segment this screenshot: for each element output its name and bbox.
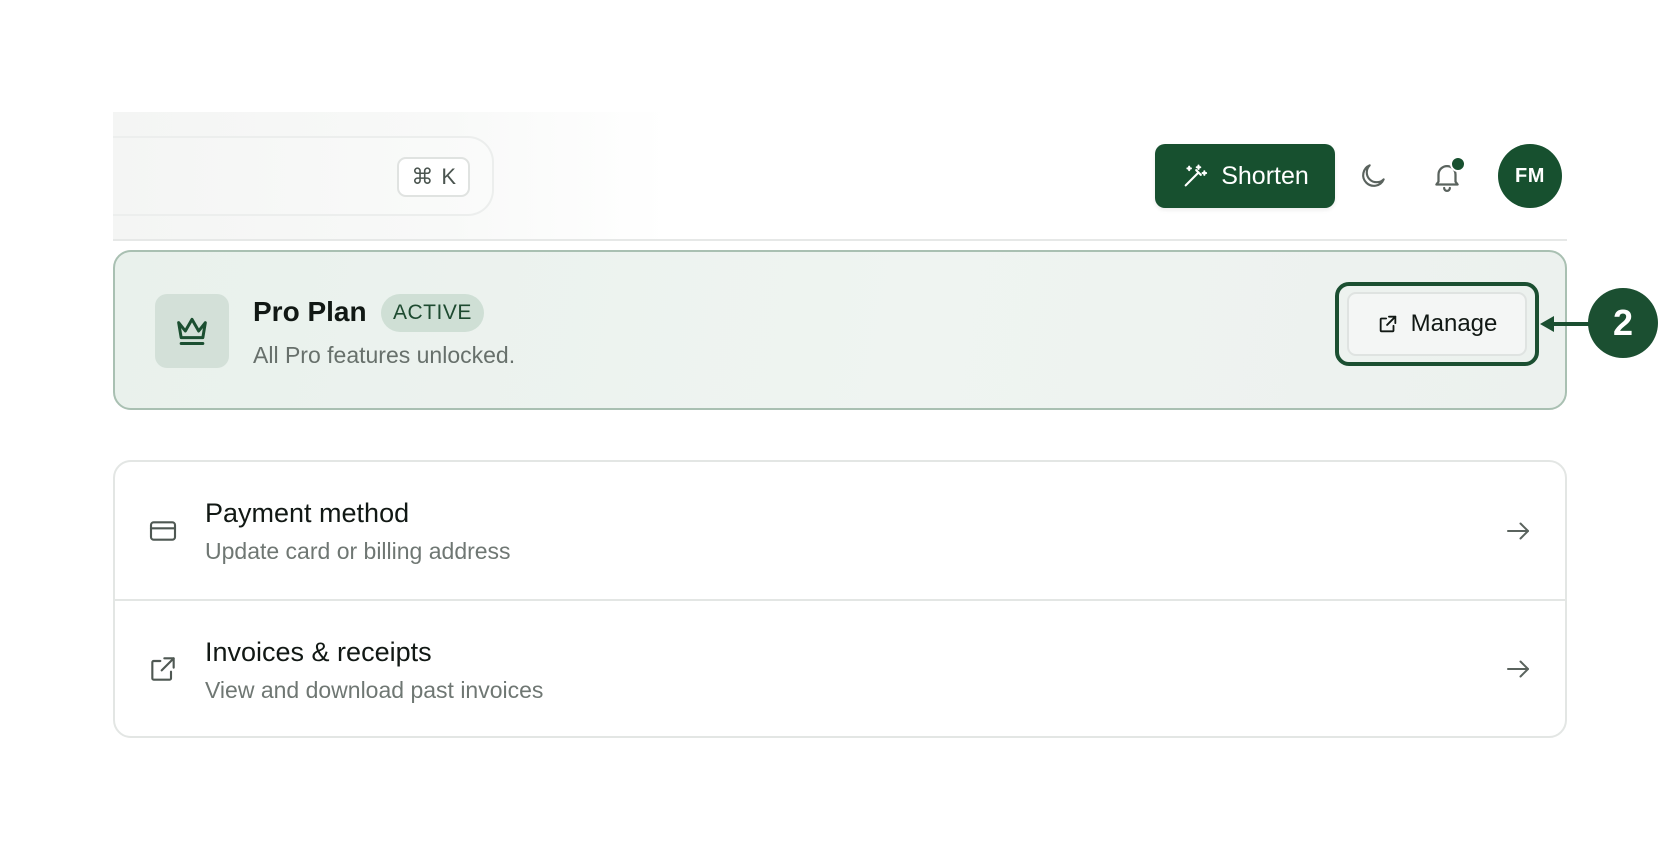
billing-page: ⌘ K Shorten FM Pro Plan ACTIVE All Pro f… bbox=[0, 0, 1671, 846]
list-item-title: Invoices & receipts bbox=[205, 637, 432, 667]
moon-icon bbox=[1362, 164, 1385, 187]
shorten-button[interactable]: Shorten bbox=[1155, 144, 1335, 208]
shorten-button-label: Shorten bbox=[1221, 161, 1309, 190]
unread-indicator bbox=[1450, 156, 1466, 172]
magic-wand-icon bbox=[1184, 164, 1208, 187]
annotation-arrow-icon bbox=[1540, 316, 1592, 332]
manage-highlight-frame: Manage bbox=[1335, 282, 1539, 366]
command-key-icon: ⌘ bbox=[411, 164, 434, 189]
plan-card: Pro Plan ACTIVE All Pro features unlocke… bbox=[113, 250, 1567, 410]
theme-toggle-button[interactable] bbox=[1351, 154, 1395, 198]
credit-card-icon bbox=[147, 515, 179, 547]
list-item-invoices[interactable]: Invoices & receipts View and download pa… bbox=[115, 599, 1565, 736]
search-shortcut-hint: ⌘ K bbox=[397, 157, 470, 197]
plan-title: Pro Plan bbox=[253, 296, 367, 327]
list-item-subtitle: Update card or billing address bbox=[205, 538, 511, 564]
crown-icon bbox=[177, 317, 207, 345]
manage-button[interactable]: Manage bbox=[1347, 292, 1527, 356]
billing-settings-list: Payment method Update card or billing ad… bbox=[113, 460, 1567, 738]
list-item-title: Payment method bbox=[205, 498, 410, 528]
avatar-initials: FM bbox=[1515, 164, 1545, 187]
arrow-right-icon bbox=[1503, 516, 1533, 546]
user-avatar[interactable]: FM bbox=[1498, 144, 1562, 208]
plan-description: All Pro features unlocked. bbox=[253, 342, 516, 368]
external-link-icon bbox=[147, 653, 179, 685]
header-divider bbox=[113, 239, 1567, 241]
list-item-payment-method[interactable]: Payment method Update card or billing ad… bbox=[115, 462, 1565, 599]
notifications-button[interactable] bbox=[1423, 152, 1471, 200]
annotation-step-number: 2 bbox=[1612, 302, 1634, 343]
external-link-icon bbox=[1379, 315, 1396, 333]
arrow-right-icon bbox=[1503, 654, 1533, 684]
manage-button-label: Manage bbox=[1410, 310, 1498, 337]
annotation-step-badge: 2 bbox=[1588, 288, 1658, 358]
plan-icon-tile bbox=[155, 294, 229, 368]
list-item-subtitle: View and download past invoices bbox=[205, 677, 544, 703]
search-input[interactable]: ⌘ K bbox=[113, 136, 494, 216]
plan-status-badge: ACTIVE bbox=[381, 294, 484, 332]
shortcut-key-label: K bbox=[441, 164, 456, 189]
